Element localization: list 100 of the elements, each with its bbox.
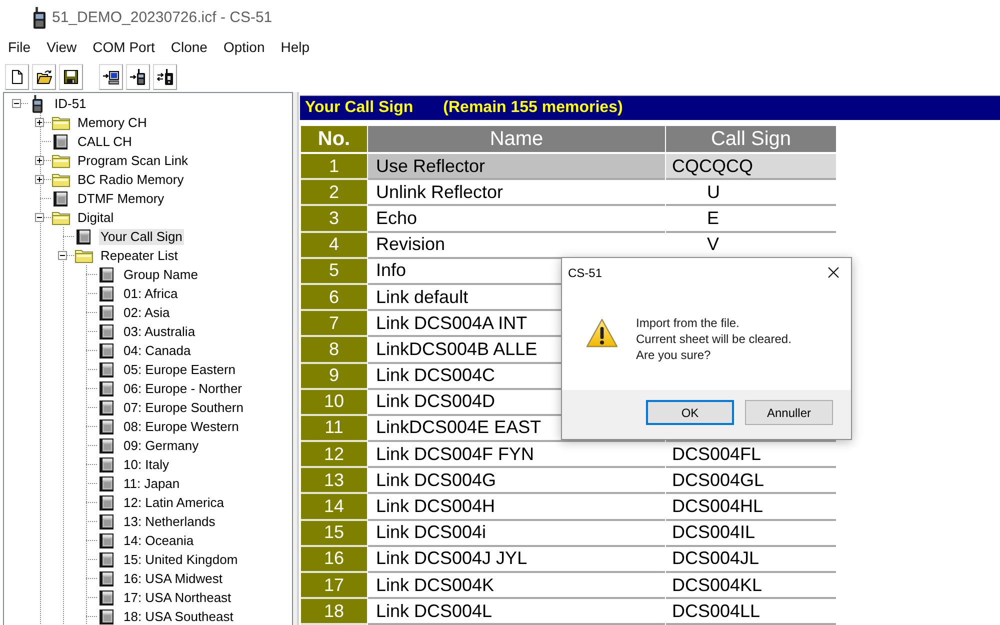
column-header[interactable]: Name xyxy=(368,126,665,152)
write-button[interactable] xyxy=(126,64,150,90)
folder-icon xyxy=(52,210,70,224)
book-icon xyxy=(53,134,68,150)
book-icon xyxy=(53,190,68,206)
tree-item[interactable]: Memory CH xyxy=(76,114,149,130)
menu-item[interactable]: Option xyxy=(215,37,273,57)
tree-item[interactable]: 02: Asia xyxy=(122,304,172,320)
tree-item[interactable]: 09: Germany xyxy=(122,438,201,454)
column-header[interactable]: No. xyxy=(301,126,367,152)
book-icon xyxy=(99,418,114,434)
row-number: 5 xyxy=(301,258,367,285)
book-icon xyxy=(99,514,114,530)
folder-icon xyxy=(74,248,92,262)
tree-item[interactable]: 16: USA Midwest xyxy=(122,570,224,586)
book-icon xyxy=(99,324,114,340)
row-number: 8 xyxy=(301,337,367,364)
arrow-to-computer-icon xyxy=(103,69,119,85)
plus-icon[interactable] xyxy=(35,175,44,184)
tree-item[interactable]: 12: Latin America xyxy=(122,494,226,510)
tree-item[interactable]: 15: United Kingdom xyxy=(122,552,240,568)
minus-icon[interactable] xyxy=(12,99,21,108)
warning-icon xyxy=(586,318,618,348)
open-folder-icon xyxy=(36,69,52,85)
row-number: 17 xyxy=(301,573,367,600)
dialog-title: CS-51 xyxy=(568,266,602,280)
book-icon xyxy=(99,400,114,416)
tree-item[interactable]: Group Name xyxy=(122,266,200,282)
book-icon xyxy=(99,532,114,548)
dialog-button[interactable]: OK xyxy=(646,400,734,425)
tree-item[interactable]: 06: Europe - Norther xyxy=(122,380,244,396)
tree-item[interactable]: 11: Japan xyxy=(122,476,182,492)
dialog-button[interactable]: Annuller xyxy=(745,400,833,425)
tree-item[interactable]: 04: Canada xyxy=(122,342,193,358)
table-cell[interactable]: DCS004IL xyxy=(666,520,836,547)
menu-item[interactable]: COM Port xyxy=(84,37,163,57)
row-number: 11 xyxy=(301,416,367,442)
menu-item[interactable]: View xyxy=(38,37,85,57)
row-number: 7 xyxy=(301,311,367,338)
save-button[interactable] xyxy=(59,64,83,90)
table-cell[interactable]: Use Reflector xyxy=(368,154,665,180)
row-number: 15 xyxy=(301,520,367,547)
arrows-radio-icon xyxy=(157,69,173,85)
clone-button[interactable] xyxy=(153,64,177,90)
book-icon xyxy=(99,608,114,624)
tree-item[interactable]: 01: Africa xyxy=(122,286,180,302)
book-icon xyxy=(99,570,114,586)
book-icon xyxy=(76,228,91,244)
minus-icon[interactable] xyxy=(35,213,44,222)
tree-item[interactable]: Repeater List xyxy=(98,248,180,264)
minus-icon[interactable] xyxy=(58,251,67,260)
tree-item[interactable]: 05: Europe Eastern xyxy=(122,362,238,378)
book-icon xyxy=(99,362,114,378)
radio-icon xyxy=(33,6,46,28)
book-icon xyxy=(99,456,114,472)
close-icon[interactable] xyxy=(828,267,839,278)
row-number: 9 xyxy=(301,364,367,390)
tree-item[interactable]: ID-51 xyxy=(52,96,88,112)
read-button[interactable] xyxy=(99,64,123,90)
folder-icon xyxy=(52,154,70,168)
table-cell[interactable]: Link DCS004i xyxy=(368,520,665,547)
new-button[interactable] xyxy=(5,64,29,90)
tree-item[interactable]: 17: USA Northeast xyxy=(122,590,234,606)
book-icon xyxy=(99,590,114,606)
tree-item[interactable]: 07: Europe Southern xyxy=(122,400,246,416)
tree-item[interactable]: 03: Australia xyxy=(122,324,198,340)
tree-item[interactable]: Program Scan Link xyxy=(76,152,190,168)
tree-item[interactable]: Your Call Sign xyxy=(98,228,184,244)
tree-item[interactable]: BC Radio Memory xyxy=(76,172,186,188)
open-button[interactable] xyxy=(32,64,56,90)
tree-item[interactable]: DTMF Memory xyxy=(76,190,166,206)
row-number: 1 xyxy=(301,154,367,180)
table-cell[interactable]: Revision xyxy=(368,232,665,259)
row-number: 14 xyxy=(301,494,367,521)
tree-item[interactable]: Digital xyxy=(76,210,116,226)
tree-item[interactable]: CALL CH xyxy=(76,134,134,150)
panel-title: Your Call Sign xyxy=(305,99,414,117)
new-document-icon xyxy=(9,69,25,85)
menu-item[interactable]: File xyxy=(0,37,39,57)
tree-item[interactable]: 18: USA Southeast xyxy=(122,608,236,624)
row-number: 10 xyxy=(301,390,367,416)
menu-item[interactable]: Help xyxy=(272,37,318,57)
plus-icon[interactable] xyxy=(35,118,44,127)
menu-item[interactable]: Clone xyxy=(162,37,216,57)
folder-icon xyxy=(52,172,70,186)
tree-item[interactable]: 10: Italy xyxy=(122,456,172,472)
book-icon xyxy=(99,552,114,568)
row-number: 18 xyxy=(301,599,367,625)
row-number: 4 xyxy=(301,232,367,259)
tree-item[interactable]: 13: Netherlands xyxy=(122,514,218,530)
column-header[interactable]: Call Sign xyxy=(666,126,836,152)
tree-item[interactable]: 08: Europe Western xyxy=(122,418,241,434)
window-title: 51_DEMO_20230726.icf - CS-51 xyxy=(52,9,272,26)
book-icon xyxy=(99,286,114,302)
tree-item[interactable]: 14: Oceania xyxy=(122,532,196,548)
row-number: 3 xyxy=(301,206,367,233)
book-icon xyxy=(99,438,114,454)
plus-icon[interactable] xyxy=(35,156,44,165)
book-icon xyxy=(99,494,114,510)
table-cell[interactable]: CQCQCQ xyxy=(666,154,836,180)
